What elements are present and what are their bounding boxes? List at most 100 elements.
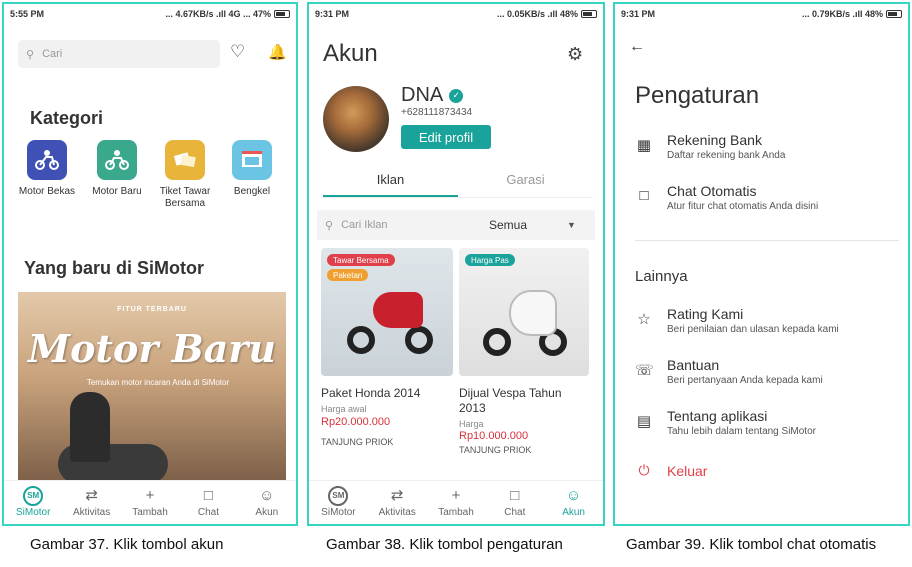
logout-label: Keluar xyxy=(667,462,708,479)
rider-illustration xyxy=(58,392,168,484)
price-label: Harga xyxy=(459,419,484,429)
item-subtitle: Tahu lebih dalam tentang SiMotor xyxy=(667,426,816,437)
item-subtitle: Beri penilaian dan ulasan kepada kami xyxy=(667,324,839,335)
motor-baru-icon xyxy=(97,140,137,180)
nav-label: Akun xyxy=(562,507,585,518)
person-icon: ☺ xyxy=(565,487,582,504)
chevron-down-icon[interactable]: ▼ xyxy=(567,220,576,230)
bell-icon[interactable]: 🔔 xyxy=(268,43,287,61)
nav-aktivitas[interactable]: ⇄ Aktivitas xyxy=(368,481,427,524)
heart-icon[interactable]: ♡ xyxy=(230,42,245,62)
category-label: Motor Baru xyxy=(92,186,142,197)
category-tiket-tawar[interactable]: Tiket Tawar Bersama xyxy=(152,140,218,210)
tag-badge: Paketan xyxy=(327,269,369,281)
ad-location: TANJUNG PRIOK xyxy=(321,437,394,447)
nav-akun[interactable]: ☺ Akun xyxy=(238,481,296,524)
nav-label: Akun xyxy=(255,507,279,518)
banner-subtext: Temukan motor incaran Anda di SiMotor xyxy=(86,378,230,387)
ad-search-input[interactable]: Cari Iklan xyxy=(341,219,387,231)
tab-iklan[interactable]: Iklan xyxy=(323,168,458,197)
logout-button[interactable]: ⏻ Keluar xyxy=(635,462,707,479)
chat-icon: □ xyxy=(639,187,649,204)
settings-item-rating[interactable]: ☆ Rating Kami Beri penilaian dan ulasan k… xyxy=(635,306,895,335)
search-icon: ⚲ xyxy=(325,219,334,232)
ticket-icon xyxy=(165,140,205,180)
nav-tambah[interactable]: + Tambah xyxy=(427,481,486,524)
status-bar: 9:31 PM ... 0.79KB/s .ıll 48% xyxy=(615,4,908,24)
item-title: Tentang aplikasi xyxy=(667,408,768,424)
battery-icon xyxy=(274,10,290,18)
status-time: 9:31 PM xyxy=(315,9,350,19)
workshop-icon xyxy=(232,140,272,180)
ad-location: TANJUNG PRIOK xyxy=(459,445,532,455)
item-subtitle: Beri pertanyaan Anda kepada kami xyxy=(667,375,823,386)
nav-tambah[interactable]: + Tambah xyxy=(121,481,179,524)
nav-simotor[interactable]: SM SiMotor xyxy=(4,481,62,524)
caption-figure-37: Gambar 37. Klik tombol akun xyxy=(30,536,224,553)
caption-figure-39: Gambar 39. Klik tombol chat otomatis xyxy=(626,536,877,553)
item-title: Rekening Bank xyxy=(667,132,762,148)
promo-banner[interactable]: FITUR TERBARU Motor Baru Temukan motor i… xyxy=(18,292,286,484)
edit-profile-button[interactable]: Edit profil xyxy=(401,125,491,149)
search-icon: ⚲ xyxy=(26,48,35,61)
chat-icon: □ xyxy=(203,487,213,504)
tab-bar: Iklan Garasi xyxy=(323,168,593,198)
screen-home: 5:55 PM ... 4.67KB/s .ıll 4G ... 47% ⚲ C… xyxy=(2,2,298,526)
credit-card-icon: ▦ xyxy=(636,137,652,154)
search-input[interactable]: ⚲ Cari xyxy=(18,40,220,68)
simotor-logo-icon: SM xyxy=(23,486,44,506)
status-time: 9:31 PM xyxy=(621,9,656,19)
status-info: ... 0.79KB/s .ıll 48% xyxy=(801,9,883,19)
settings-item-rekening-bank[interactable]: ▦ Rekening Bank Daftar rekening bank Anda xyxy=(635,132,895,161)
category-motor-baru[interactable]: Motor Baru xyxy=(84,140,150,198)
item-title: Rating Kami xyxy=(667,306,744,322)
ad-card-image[interactable]: Tawar Bersama Paketan xyxy=(321,248,453,376)
nav-label: SiMotor xyxy=(15,507,51,518)
settings-item-chat-otomatis[interactable]: □ Chat Otomatis Atur fitur chat otomatis … xyxy=(635,183,895,212)
nav-simotor[interactable]: SM SiMotor xyxy=(309,481,368,524)
help-icon: ☏ xyxy=(635,362,654,379)
status-info: ... 0.05KB/s .ıll 48% xyxy=(496,9,578,19)
plus-icon: + xyxy=(451,487,461,504)
category-bengkel[interactable]: Bengkel xyxy=(219,140,285,198)
nav-label: Tambah xyxy=(132,507,168,518)
tag-badge: Harga Pas xyxy=(465,254,515,266)
clipboard-icon: ▤ xyxy=(636,413,652,430)
plus-icon: + xyxy=(145,487,155,504)
nav-label: Chat xyxy=(504,507,526,518)
status-bar: 9:31 PM ... 0.05KB/s .ıll 48% xyxy=(309,4,603,24)
nav-akun[interactable]: ☺ Akun xyxy=(544,481,603,524)
category-label: Tiket Tawar Bersama xyxy=(159,186,211,209)
section-title: Lainnya xyxy=(635,268,688,285)
ad-title[interactable]: Paket Honda 2014 xyxy=(321,386,453,401)
avatar[interactable] xyxy=(323,86,389,152)
scooter-image xyxy=(479,270,571,362)
ad-card-image[interactable]: Harga Pas xyxy=(459,248,589,376)
back-arrow-icon[interactable]: ← xyxy=(629,38,645,56)
ad-title[interactable]: Dijual Vespa Tahun 2013 xyxy=(459,386,591,416)
category-motor-bekas[interactable]: Motor Bekas xyxy=(14,140,80,198)
nav-aktivitas[interactable]: ⇄ Aktivitas xyxy=(62,481,120,524)
gear-icon[interactable]: ⚙ xyxy=(567,44,583,65)
motor-bekas-icon xyxy=(27,140,67,180)
stage: 5:55 PM ... 4.67KB/s .ıll 4G ... 47% ⚲ C… xyxy=(0,0,912,567)
settings-item-tentang[interactable]: ▤ Tentang aplikasi Tahu lebih dalam tenta… xyxy=(635,408,895,437)
filter-select[interactable]: Semua xyxy=(489,218,527,232)
kategori-title: Kategori xyxy=(30,108,104,128)
page-title: Pengaturan xyxy=(635,82,760,109)
screen-account: 9:31 PM ... 0.05KB/s .ıll 48% Akun ⚙ DNA… xyxy=(307,2,605,526)
simotor-logo-icon: SM xyxy=(328,486,349,506)
nav-chat[interactable]: □ Chat xyxy=(179,481,237,524)
item-subtitle: Daftar rekening bank Anda xyxy=(667,150,786,161)
divider xyxy=(635,240,899,241)
item-title: Bantuan xyxy=(667,357,720,373)
settings-item-bantuan[interactable]: ☏ Bantuan Beri pertanyaan Anda kepada kam… xyxy=(635,357,895,386)
category-label: Motor Bekas xyxy=(18,186,76,197)
star-icon: ☆ xyxy=(637,311,651,328)
nav-chat[interactable]: □ Chat xyxy=(485,481,544,524)
profile-name: DNA xyxy=(401,84,444,106)
ad-filter-bar: ⚲ Cari Iklan Semua ▼ xyxy=(317,210,595,240)
item-title: Chat Otomatis xyxy=(667,183,757,199)
tab-garasi[interactable]: Garasi xyxy=(458,168,593,197)
item-subtitle: Atur fitur chat otomatis Anda disini xyxy=(667,201,819,212)
